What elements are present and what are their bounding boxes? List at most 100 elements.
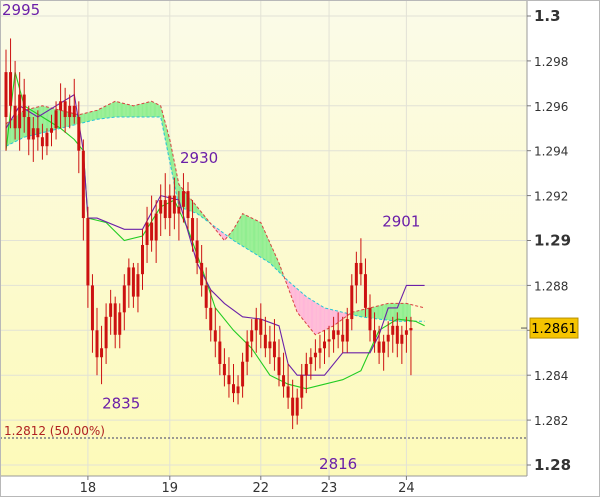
candle-body (59, 101, 63, 111)
price-annotation: 2835 (102, 394, 140, 412)
cloud-segment (132, 105, 134, 118)
cloud-segment (256, 220, 258, 256)
cloud-segment (144, 102, 146, 118)
cloud-segment (376, 305, 378, 319)
candle-body (318, 348, 322, 353)
candle-body (50, 128, 53, 133)
candle-body (131, 267, 135, 297)
cloud-segment (112, 101, 115, 118)
cloud-segment (242, 213, 244, 247)
cloud-segment (152, 101, 154, 118)
cloud-segment (317, 303, 319, 334)
candle-body (22, 94, 26, 118)
cloud-segment (91, 111, 93, 121)
candle-body (354, 262, 358, 286)
cloud-segment (118, 102, 120, 118)
cloud-segment (315, 302, 317, 335)
cloud-segment (304, 294, 306, 323)
cloud-segment (102, 106, 104, 119)
candle-body (386, 334, 390, 342)
cloud-segment (263, 227, 265, 260)
cloud-segment (103, 106, 105, 119)
candle-body (45, 132, 49, 147)
cloud-segment (339, 311, 341, 322)
cloud-segment (257, 220, 259, 256)
candle-body (222, 363, 226, 376)
candle-body (127, 267, 131, 286)
candle-body (63, 101, 67, 118)
cloud-segment (156, 103, 158, 118)
candle-body (54, 110, 58, 129)
cloud-segment (150, 101, 152, 118)
cloud-segment (249, 216, 251, 252)
candle-body (168, 195, 172, 219)
cloud-segment (298, 289, 300, 316)
cloud-segment (147, 102, 149, 118)
cloud-segment (273, 250, 275, 268)
cloud-segment (306, 296, 308, 325)
cloud-segment (401, 303, 403, 322)
x-tick-label: 24 (398, 481, 415, 496)
cloud-segment (293, 285, 295, 307)
cloud-segment (194, 204, 196, 214)
cloud-segment (110, 102, 112, 118)
cloud-segment (135, 104, 137, 118)
cloud-segment (134, 105, 136, 118)
candle-body (263, 334, 267, 349)
candle-body (154, 213, 158, 241)
candle-body (77, 117, 81, 151)
candle-body (186, 191, 190, 219)
cloud-segment (142, 103, 144, 118)
cloud-segment (313, 300, 315, 334)
candle-body (268, 341, 272, 349)
cloud-segment (195, 205, 198, 214)
cloud-segment (106, 105, 108, 119)
cloud-segment (108, 104, 110, 118)
cloud-segment (139, 104, 141, 118)
cloud-segment (319, 305, 322, 333)
chart-canvas: 1.2812 (50.00%) 2995 2930 2835 2901 2816 1.3… (0, 0, 600, 497)
cloud-segment (331, 309, 333, 327)
cloud-segment (381, 304, 383, 320)
cloud-segment (61, 110, 63, 128)
candle-body (395, 325, 399, 344)
cloud-segment (255, 219, 257, 255)
cloud-segment (158, 104, 160, 118)
candle-body (323, 341, 326, 349)
candle-body (341, 334, 345, 342)
cloud-segment (137, 104, 140, 118)
candle-body (136, 274, 140, 297)
cloud-segment (124, 103, 126, 118)
cloud-segment (334, 310, 336, 325)
cloud-segment (246, 215, 248, 249)
y-tick-label: 1.29 (534, 232, 571, 250)
cloud-segment (358, 310, 360, 317)
price-annotation: 2930 (180, 149, 218, 167)
cloud-segment (101, 107, 103, 119)
cloud-segment (244, 214, 247, 249)
cloud-segment (271, 245, 273, 266)
cloud-segment (126, 104, 128, 118)
candle-body (113, 303, 117, 335)
cloud-segment (266, 235, 268, 262)
cloud-segment (375, 306, 377, 319)
candle-body (90, 285, 94, 331)
cloud-segment (123, 103, 125, 118)
candle-body (277, 357, 281, 376)
candle-body (304, 363, 308, 376)
cloud-segment (100, 108, 102, 119)
cloud-segment (148, 101, 150, 118)
cloud-segment (236, 221, 239, 244)
cloud-segment (318, 304, 320, 334)
cloud-segment (122, 102, 124, 118)
cloud-segment (82, 113, 84, 123)
cloud-segment (327, 308, 330, 329)
x-tick-label: 18 (80, 481, 97, 496)
cloud-segment (323, 307, 325, 331)
candle-body (409, 328, 413, 331)
cloud-segment (261, 225, 264, 259)
candle-body (300, 375, 304, 398)
cloud-segment (117, 101, 119, 118)
cloud-segment (155, 102, 157, 118)
cloud-segment (84, 113, 86, 123)
